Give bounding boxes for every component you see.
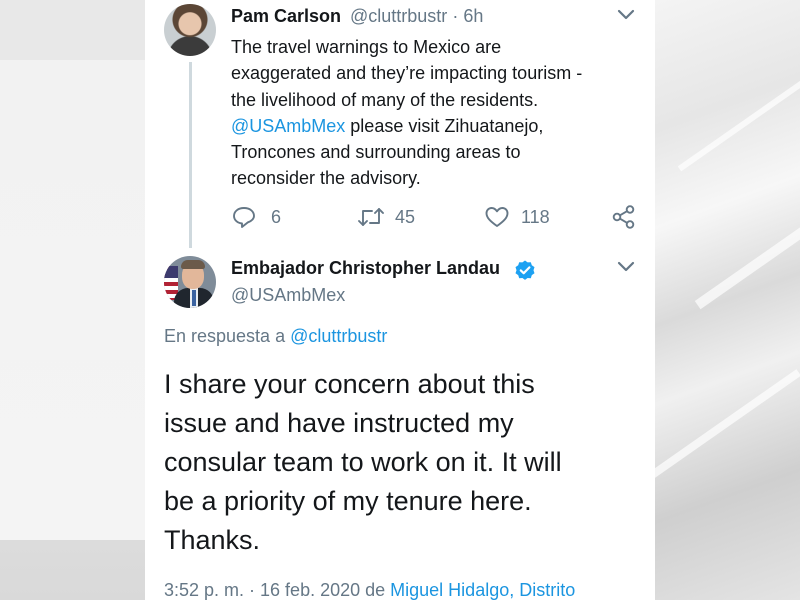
tweet-text-line: @USAmbMex please visit Zihuatanejo, (231, 113, 631, 139)
tweet-text-line: consular team to work on it. It will (164, 447, 562, 477)
tweet-text-line: I share your concern about this (164, 369, 535, 399)
replying-to: En respuesta a @cluttrbustr (164, 326, 387, 347)
retweet-count: 45 (395, 206, 416, 227)
mention-link[interactable]: @USAmbMex (231, 116, 345, 136)
main-tweet-text: I share your concern about this issue an… (164, 365, 644, 560)
screenshot-stage: Pam Carlson @cluttrbustr · 6h The travel… (0, 0, 800, 600)
like-button[interactable]: 118 (484, 203, 550, 231)
retweet-icon (358, 208, 384, 226)
share-button[interactable] (611, 203, 637, 231)
reply-count: 6 (271, 206, 282, 227)
separator-dot: · (452, 6, 459, 26)
author-handle[interactable]: @cluttrbustr (350, 6, 447, 26)
tweet-text: The travel warnings to Mexico are exagge… (231, 34, 631, 192)
verified-badge-icon (515, 260, 535, 280)
tweet-timestamp-line: 3:52 p. m. · 16 feb. 2020 de Miguel Hida… (164, 580, 575, 600)
avatar-pam-carlson[interactable] (164, 4, 216, 56)
avatar-ambassador[interactable] (164, 256, 216, 308)
author-name[interactable]: Embajador Christopher Landau (231, 258, 500, 279)
tweet-timestamp[interactable]: 3:52 p. m. · 16 feb. 2020 de (164, 580, 390, 600)
author-name[interactable]: Pam Carlson (231, 6, 341, 27)
background-right (648, 0, 800, 600)
tweet-text-fragment: please visit Zihuatanejo, (345, 115, 544, 136)
replying-to-mention[interactable]: @cluttrbustr (290, 326, 387, 346)
like-count: 118 (521, 206, 550, 227)
replying-to-label: En respuesta a (164, 326, 291, 346)
tweet-text-line: issue and have instructed my (164, 408, 514, 438)
chevron-down-icon[interactable] (615, 6, 637, 24)
like-icon (485, 207, 509, 227)
retweet-button[interactable]: 45 (357, 203, 415, 231)
tweet-text-line: be a priority of my tenure here. (164, 486, 532, 516)
author-handle-time[interactable]: @cluttrbustr · 6h (350, 6, 483, 27)
tweet-time[interactable]: 6h (463, 6, 483, 26)
tweet-text-line: Thanks. (164, 525, 261, 555)
reply-icon (233, 207, 255, 228)
tweet-text-line: Troncones and surrounding areas to (231, 142, 521, 163)
tweet-text-line: reconsider the advisory. (231, 168, 421, 189)
location-link[interactable]: Miguel Hidalgo, Distrito (390, 580, 575, 600)
author-handle[interactable]: @USAmbMex (231, 285, 345, 306)
share-icon (612, 205, 635, 229)
tweet-actions: 6 45 118 (231, 203, 641, 231)
tweet-text-line: the livelihood of many of the residents. (231, 89, 539, 110)
tweet-card: Pam Carlson @cluttrbustr · 6h The travel… (145, 0, 655, 600)
reply-button[interactable]: 6 (231, 203, 281, 231)
chevron-down-icon[interactable] (615, 258, 637, 276)
tweet-text-line: The travel warnings to Mexico are (231, 37, 502, 57)
tweet-text-line: exaggerated and they’re impacting touris… (231, 63, 583, 84)
thread-connector-line (189, 62, 192, 248)
background-left (0, 0, 145, 600)
